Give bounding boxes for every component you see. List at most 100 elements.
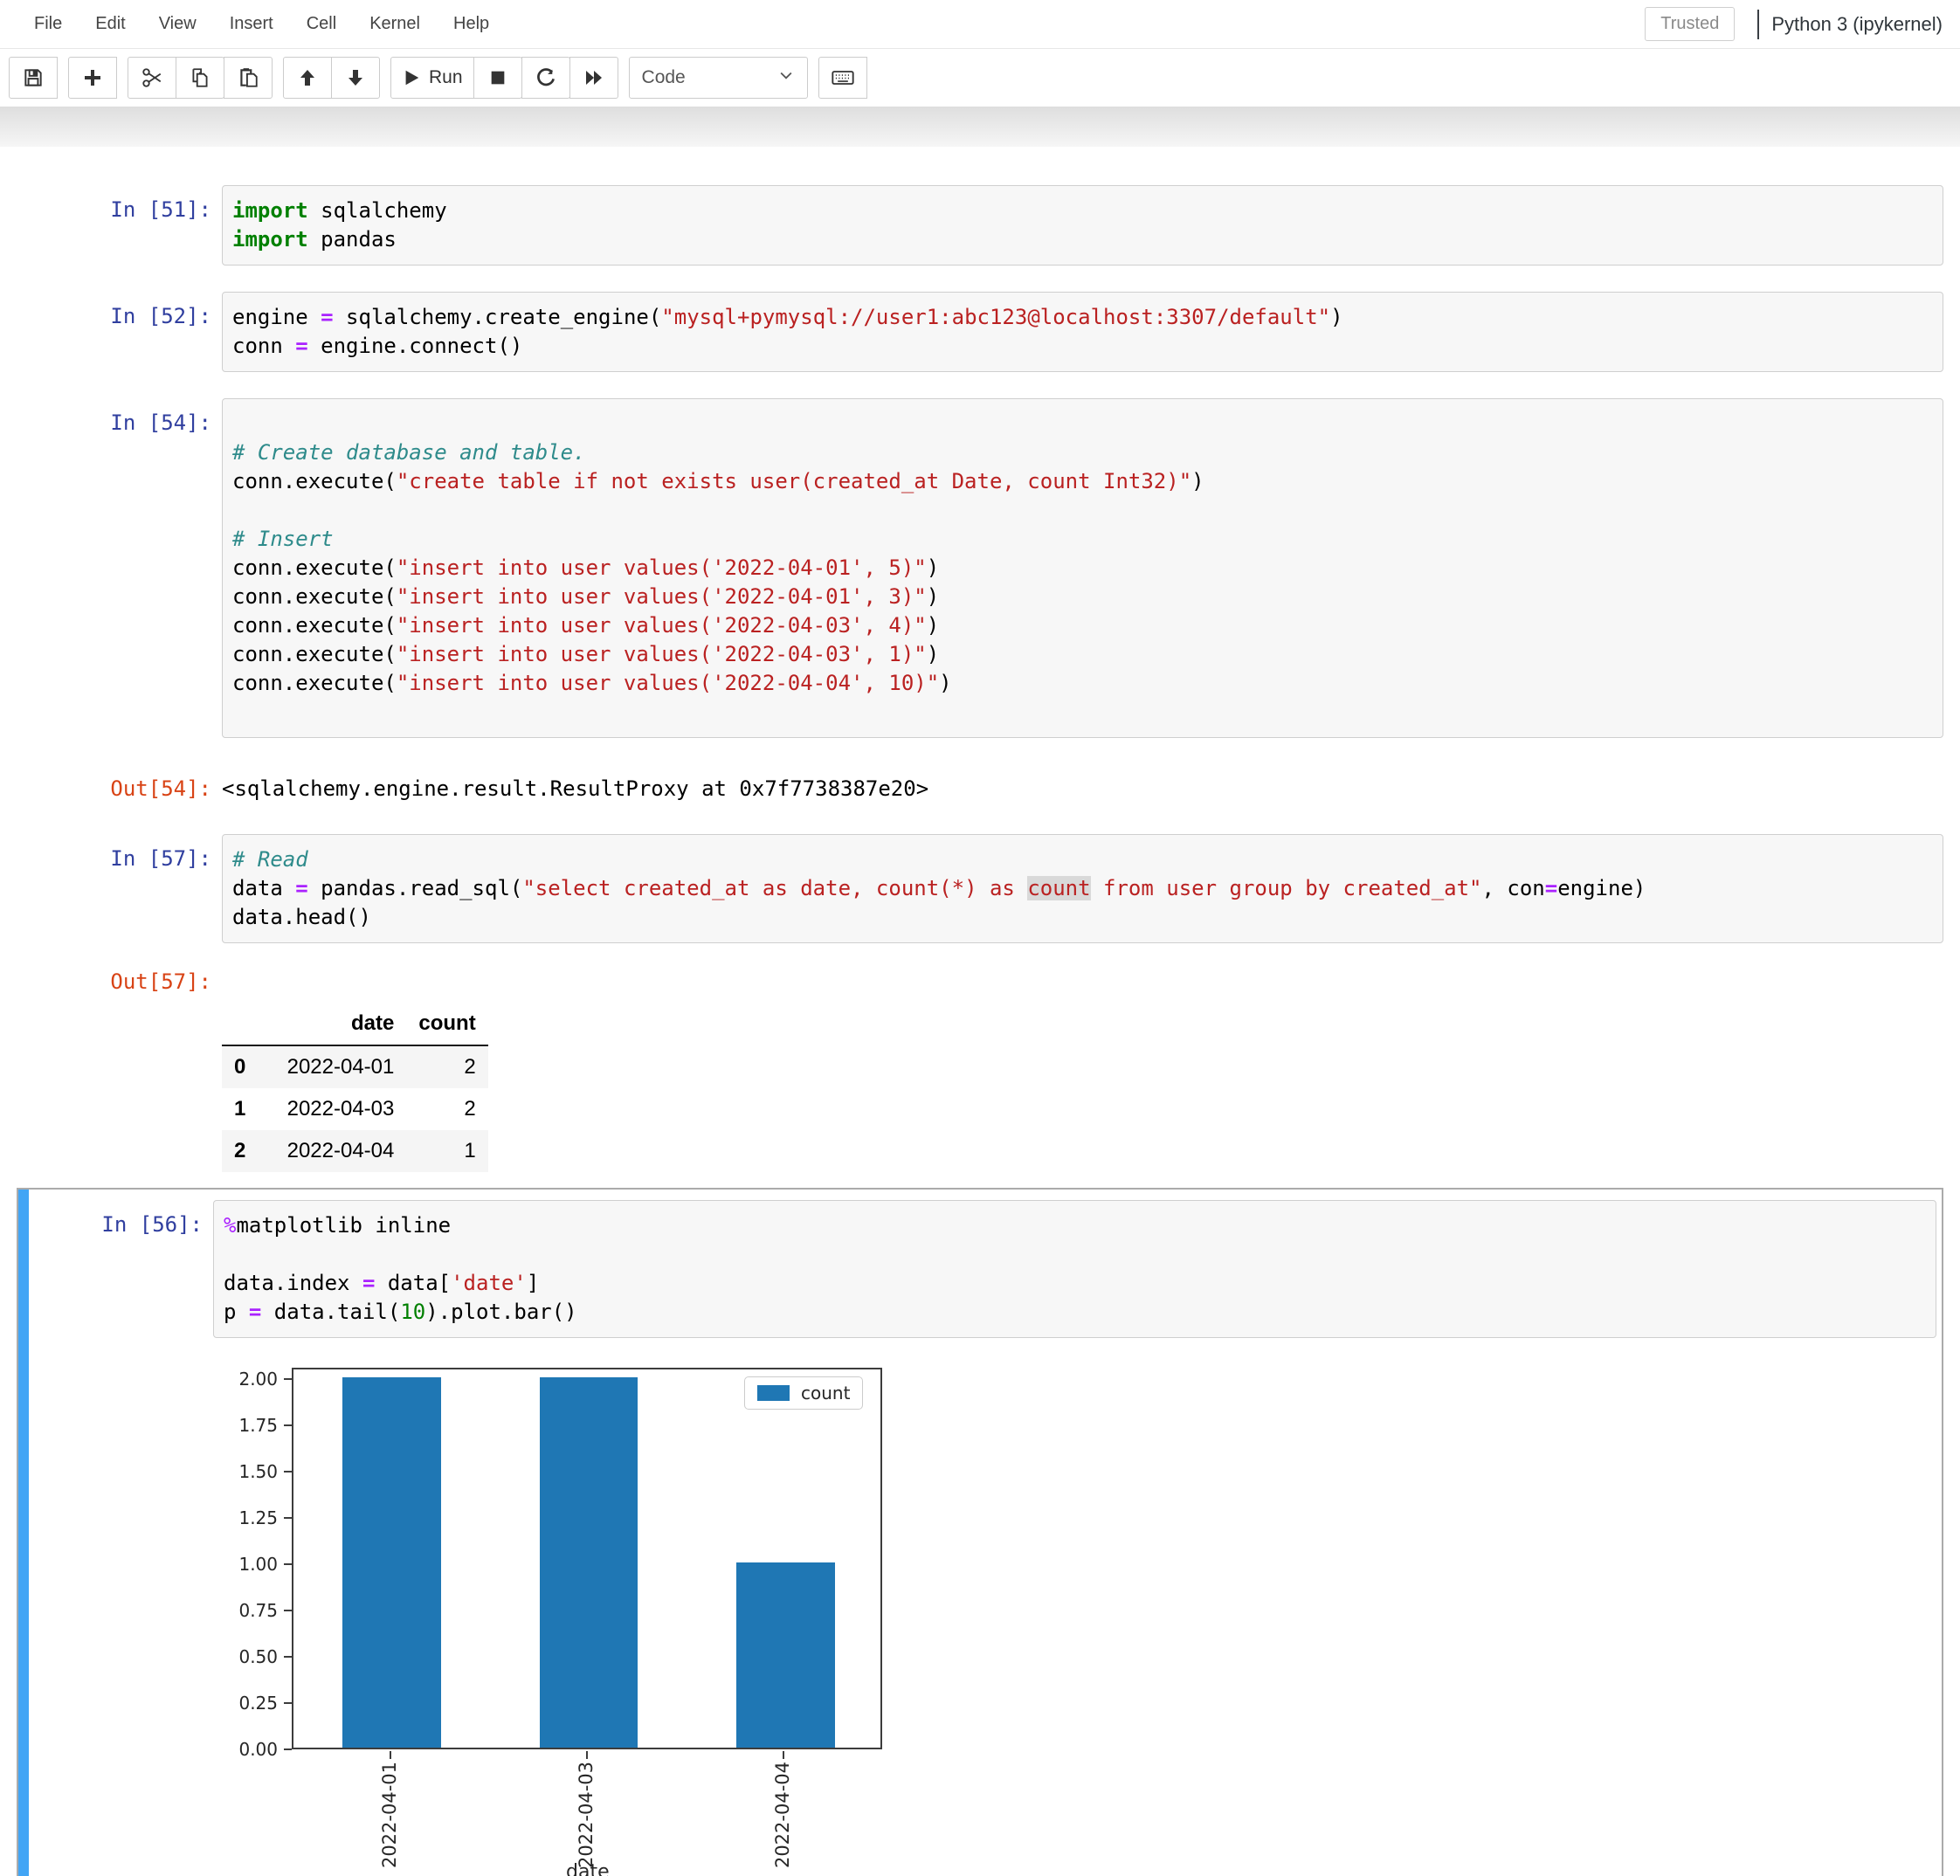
bar-2022-04-01	[342, 1377, 441, 1748]
y-tick-mark	[284, 1702, 292, 1704]
input-prompt: In [54]:	[17, 398, 222, 435]
output-text: <sqlalchemy.engine.result.ResultProxy at…	[222, 764, 928, 801]
input-prompt: In [51]:	[17, 185, 222, 222]
cut-cell-button[interactable]	[128, 57, 176, 99]
y-tick-label: 2.00	[217, 1369, 278, 1390]
y-tick-mark	[284, 1517, 292, 1519]
y-tick-label: 0.50	[217, 1646, 278, 1667]
table-row: 12022-04-032	[222, 1088, 488, 1130]
paste-cell-button[interactable]	[224, 57, 273, 99]
save-button[interactable]	[9, 57, 58, 99]
menu-item-view[interactable]: View	[142, 5, 213, 43]
output-area-54: Out[54]: <sqlalchemy.engine.result.Resul…	[17, 764, 1943, 801]
toolbar: Run	[0, 49, 1960, 107]
code-cell-54: In [54]: # Create database and table.con…	[17, 398, 1943, 738]
y-tick-label: 0.00	[217, 1739, 278, 1760]
arrow-down-icon	[345, 67, 366, 88]
output-area-57: Out[57]: datecount02022-04-01212022-04-0…	[17, 969, 1943, 1172]
menu-item-file[interactable]: File	[17, 5, 79, 43]
kernel-name: Python 3 (ipykernel)	[1771, 13, 1943, 36]
trusted-button[interactable]: Trusted	[1645, 7, 1735, 41]
move-cell-down-button[interactable]	[331, 57, 380, 99]
input-prompt: In [52]:	[17, 292, 222, 328]
x-tick-label: 2022-04-01	[379, 1762, 400, 1868]
y-tick-label: 1.00	[217, 1554, 278, 1575]
plus-icon	[82, 67, 103, 88]
notebook: In [51]: import sqlalchemyimport pandas …	[0, 147, 1960, 1876]
interrupt-kernel-button[interactable]	[473, 57, 522, 99]
output-prompt: Out[54]:	[17, 764, 222, 801]
input-prompt: In [57]:	[17, 834, 222, 871]
x-tick-mark	[390, 1751, 391, 1759]
copy-cell-button[interactable]	[176, 57, 224, 99]
run-icon	[402, 68, 421, 87]
output-prompt: Out[57]:	[17, 969, 222, 994]
y-tick-mark	[284, 1656, 292, 1658]
dataframe-table: datecount02022-04-01212022-04-03222022-0…	[222, 969, 488, 1172]
y-tick-label: 0.25	[217, 1693, 278, 1714]
move-cell-up-button[interactable]	[283, 57, 332, 99]
legend-swatch	[757, 1385, 790, 1401]
code-editor[interactable]: # Create database and table.conn.execute…	[222, 398, 1943, 738]
x-tick-mark	[586, 1751, 588, 1759]
code-editor[interactable]: import sqlalchemyimport pandas	[222, 185, 1943, 266]
code-cell-57: In [57]: # Readdata = pandas.read_sql("s…	[17, 834, 1943, 943]
chevron-down-icon	[777, 66, 795, 89]
command-palette-button[interactable]	[818, 57, 867, 99]
legend-label: count	[801, 1383, 850, 1404]
run-button[interactable]: Run	[390, 57, 474, 99]
fast-forward-icon	[583, 67, 604, 88]
restart-icon	[535, 67, 556, 89]
bar-2022-04-03	[540, 1377, 638, 1748]
code-cell-51: In [51]: import sqlalchemyimport pandas	[17, 185, 1943, 266]
menubar-right: Trusted Python 3 (ipykernel)	[1645, 7, 1948, 41]
arrow-up-icon	[297, 67, 318, 88]
restart-kernel-button[interactable]	[521, 57, 570, 99]
y-tick-mark	[284, 1471, 292, 1473]
y-tick-mark	[284, 1424, 292, 1426]
chart-legend: count	[744, 1376, 863, 1410]
add-cell-button[interactable]	[68, 57, 117, 99]
input-prompt: In [56]:	[18, 1200, 213, 1237]
copy-icon	[189, 66, 211, 89]
x-tick-label: 2022-04-03	[576, 1762, 597, 1868]
keyboard-icon	[831, 66, 855, 90]
y-tick-mark	[284, 1610, 292, 1611]
menu-item-help[interactable]: Help	[437, 5, 506, 43]
code-editor[interactable]: %matplotlib inline data.index = data['da…	[213, 1200, 1936, 1338]
cell-type-select[interactable]: Code	[629, 57, 808, 99]
x-tick-label: 2022-04-04	[772, 1762, 793, 1868]
y-tick-mark	[284, 1378, 292, 1380]
selected-cell-56[interactable]: In [56]: %matplotlib inline data.index =…	[17, 1188, 1943, 1876]
kernel-indicator: Python 3 (ipykernel)	[1757, 10, 1948, 39]
code-cell-56: In [56]: %matplotlib inline data.index =…	[18, 1200, 1936, 1338]
selected-cell-indicator	[18, 1190, 29, 1876]
y-tick-mark	[284, 1563, 292, 1565]
y-tick-label: 1.25	[217, 1507, 278, 1528]
table-row: 02022-04-012	[222, 1045, 488, 1088]
menu-item-kernel[interactable]: Kernel	[353, 5, 437, 43]
y-tick-mark	[284, 1748, 292, 1750]
paste-icon	[237, 66, 259, 89]
bar-chart-output: 0.00 0.25 0.50 0.75 1.00 1.25 1.50 1.75 2.00 2022…	[213, 1361, 903, 1876]
scissors-icon	[141, 66, 163, 89]
menubar: FileEditViewInsertCellKernelHelp Trusted…	[0, 0, 1960, 49]
menu-item-cell[interactable]: Cell	[290, 5, 353, 43]
menu-item-insert[interactable]: Insert	[213, 5, 290, 43]
y-tick-label: 1.75	[217, 1415, 278, 1436]
y-tick-label: 1.50	[217, 1461, 278, 1482]
cell-type-value: Code	[642, 67, 686, 88]
kernel-divider	[1757, 10, 1759, 39]
stop-icon	[488, 68, 507, 87]
bar-2022-04-04	[736, 1562, 835, 1748]
save-icon	[22, 66, 45, 89]
restart-run-all-button[interactable]	[569, 57, 618, 99]
code-editor[interactable]: # Readdata = pandas.read_sql("select cre…	[222, 834, 1943, 943]
jupyter-notebook-app: FileEditViewInsertCellKernelHelp Trusted…	[0, 0, 1960, 1876]
code-cell-52: In [52]: engine = sqlalchemy.create_engi…	[17, 292, 1943, 372]
header-divider	[0, 107, 1960, 147]
menu-item-edit[interactable]: Edit	[79, 5, 141, 43]
y-tick-label: 0.75	[217, 1600, 278, 1621]
x-axis-title: date	[566, 1861, 610, 1876]
code-editor[interactable]: engine = sqlalchemy.create_engine("mysql…	[222, 292, 1943, 372]
